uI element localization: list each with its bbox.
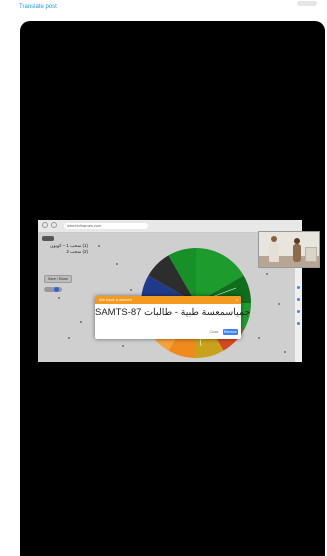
toolbar-dot-icon[interactable] <box>297 298 300 301</box>
winner-dialog: We have a winner! × SAMTS-87 جمياسمعسة ط… <box>95 296 251 339</box>
address-bar: wheelofnames.com <box>64 223 148 229</box>
confetti-dot <box>284 351 286 353</box>
person-head <box>271 236 277 242</box>
confetti-dot <box>80 321 82 323</box>
confetti-dot <box>266 273 268 275</box>
dialog-title: We have a winner! <box>99 297 133 302</box>
confetti-dot <box>278 303 280 305</box>
webcam-overlay <box>258 231 320 268</box>
toggle-switch[interactable] <box>44 287 62 292</box>
person-figure <box>269 242 279 262</box>
entries-list: (1) سحب 1 – كوبون (2) سحب 2 <box>50 243 88 254</box>
close-icon[interactable]: × <box>236 297 238 303</box>
confetti-dot <box>122 345 124 347</box>
person-figure <box>293 244 301 262</box>
toolbar-dot-icon[interactable] <box>297 322 300 325</box>
toggle-knob <box>54 287 59 292</box>
confetti-dot <box>58 297 60 299</box>
address-text: wheelofnames.com <box>67 223 102 228</box>
remove-button[interactable]: Remove <box>223 329 238 335</box>
forward-icon <box>51 222 57 228</box>
confetti-dot <box>130 289 132 291</box>
box-object <box>305 247 317 262</box>
toolbar-dot-icon[interactable] <box>297 286 300 289</box>
toolbar-dot-icon[interactable] <box>297 310 300 313</box>
confetti-dot <box>116 263 118 265</box>
more-options-icon[interactable] <box>297 1 317 6</box>
confetti-dot <box>98 245 100 247</box>
confetti-dot <box>258 337 260 339</box>
save-share-button[interactable]: Save / Share <box>44 275 72 283</box>
back-icon <box>42 222 48 228</box>
person-head <box>294 238 300 244</box>
dialog-header: We have a winner! × <box>95 296 241 304</box>
confetti-dot <box>68 337 70 339</box>
video-player[interactable]: wheelofnames.com (1) سحب 1 – كوبون (2) س… <box>20 21 325 556</box>
close-button[interactable]: Close <box>207 329 221 335</box>
tab-chip <box>42 236 54 241</box>
translate-post-link[interactable]: Translate post <box>19 4 57 10</box>
winner-name: SAMTS-87 جمياسمعسة طبية - طالبات <box>95 307 251 318</box>
